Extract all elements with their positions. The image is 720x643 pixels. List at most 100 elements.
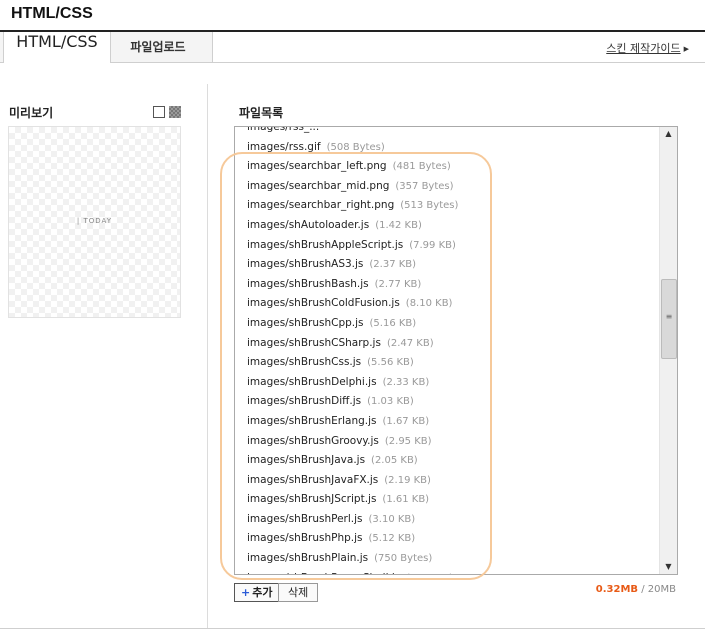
file-list-label: 파일목록 xyxy=(239,106,284,120)
file-size: (5.56 KB) xyxy=(367,357,414,369)
file-name: images/shBrushBash.js xyxy=(247,277,369,290)
file-item[interactable]: images/searchbar_right.png (513 Bytes) xyxy=(247,196,458,216)
file-size: (5.16 KB) xyxy=(369,317,417,329)
file-size: (357 Bytes) xyxy=(395,180,454,192)
file-size: (481 Bytes) xyxy=(392,161,451,173)
file-name: images/shAutoloader.js xyxy=(247,218,370,231)
file-name: images/rss_... xyxy=(247,126,320,133)
file-size: (750 Bytes) xyxy=(374,553,433,565)
file-item[interactable]: images/shBrushJScript.js (1.61 KB) xyxy=(247,490,458,510)
file-item[interactable]: images/shBrushGroovy.js (2.95 KB) xyxy=(247,432,458,452)
file-size: (513 Bytes) xyxy=(400,200,459,212)
file-name: images/searchbar_left.png xyxy=(247,160,387,173)
file-name: images/shBrushCpp.js xyxy=(247,316,364,329)
add-file-label: 추가 xyxy=(252,586,273,599)
white-background-toggle[interactable] xyxy=(153,106,165,118)
file-size: (5.12 KB) xyxy=(368,533,416,545)
file-name: images/shBrushDiff.js xyxy=(247,395,362,408)
file-item[interactable]: images/shBrushDiff.js (1.03 KB) xyxy=(247,392,458,412)
file-size: (508 Bytes) xyxy=(326,141,385,153)
storage-quota: 0.32MB / 20MB xyxy=(596,584,676,595)
preview-panel: 미리보기 | TODAY xyxy=(0,84,208,629)
tab-html-css[interactable]: HTML/CSS xyxy=(3,32,111,63)
file-item[interactable]: images/shBrushCss.js (5.56 KB) xyxy=(247,353,458,373)
file-name: images/shBrushCss.js xyxy=(247,356,362,369)
grip-icon: ≡ xyxy=(665,312,673,321)
file-item[interactable]: images/shBrushPowerShell.js (3.82 KB) xyxy=(247,569,458,574)
tab-html-css-label: HTML/CSS xyxy=(16,32,98,51)
file-size: (1.03 KB) xyxy=(367,396,414,408)
file-item[interactable]: images/shAutoloader.js (1.42 KB) xyxy=(247,216,458,236)
file-size: (1.67 KB) xyxy=(382,415,430,427)
file-item[interactable]: images/shBrushColdFusion.js (8.10 KB) xyxy=(247,294,458,314)
file-list-box[interactable]: images/rss_... images/rss.gif (508 Bytes) i… xyxy=(234,126,678,575)
scroll-up-icon[interactable]: ▲ xyxy=(660,127,677,141)
file-size: (2.47 KB) xyxy=(386,337,434,349)
file-item[interactable]: images/shBrushCSharp.js (2.47 KB) xyxy=(247,334,458,354)
file-item[interactable]: images/searchbar_left.png (481 Bytes) xyxy=(247,157,458,177)
scroll-thumb[interactable]: ≡ xyxy=(661,279,677,359)
file-size: (2.33 KB) xyxy=(382,376,430,388)
file-size: (7.99 KB) xyxy=(409,239,456,251)
file-name: images/shBrushColdFusion.js xyxy=(247,297,400,310)
file-list: images/rss_... images/rss.gif (508 Bytes) i… xyxy=(247,126,458,574)
file-size: (2.77 KB) xyxy=(374,278,422,290)
add-file-button[interactable]: + 추가 xyxy=(234,583,280,602)
tab-strip-background: HTML/CSS 파일업로드 xyxy=(0,32,213,63)
file-item[interactable]: images/searchbar_mid.png (357 Bytes) xyxy=(247,177,458,197)
file-item[interactable]: images/shBrushJava.js (2.05 KB) xyxy=(247,451,458,471)
skin-guide-link[interactable]: 스킨 제작가이드 ▶ xyxy=(606,40,689,56)
file-name: images/shBrushPhp.js xyxy=(247,532,363,545)
file-item[interactable]: images/shBrushBash.js (2.77 KB) xyxy=(247,275,458,295)
file-name: images/shBrushJScript.js xyxy=(247,493,377,506)
tab-file-upload[interactable]: 파일업로드 xyxy=(104,32,212,62)
file-item[interactable]: images/shBrushPhp.js (5.12 KB) xyxy=(247,529,458,549)
file-size: (2.37 KB) xyxy=(369,259,417,271)
skin-guide-label: 스킨 제작가이드 xyxy=(606,42,681,55)
triangle-right-icon: ▶ xyxy=(683,45,689,53)
preview-box: | TODAY xyxy=(8,126,181,318)
file-size: (2.19 KB) xyxy=(384,474,431,486)
file-size: (3.10 KB) xyxy=(368,513,416,525)
file-size: (8.10 KB) xyxy=(405,298,453,310)
gray-background-toggle[interactable] xyxy=(169,106,181,118)
file-item[interactable]: images/shBrushErlang.js (1.67 KB) xyxy=(247,412,458,432)
file-name: images/shBrushDelphi.js xyxy=(247,375,377,388)
quota-total: 20MB xyxy=(647,584,676,595)
file-item[interactable]: images/shBrushPlain.js (750 Bytes) xyxy=(247,549,458,569)
file-size: (1.42 KB) xyxy=(375,219,422,231)
file-item[interactable]: images/shBrushAppleScript.js (7.99 KB) xyxy=(247,236,458,256)
scroll-down-icon[interactable]: ▼ xyxy=(660,560,677,574)
file-size: (2.95 KB) xyxy=(384,435,432,447)
file-name: images/shBrushGroovy.js xyxy=(247,434,379,447)
quota-separator: / xyxy=(638,584,648,595)
file-item[interactable]: images/shBrushPerl.js (3.10 KB) xyxy=(247,510,458,530)
file-name: images/shBrushAppleScript.js xyxy=(247,238,404,251)
file-item[interactable]: images/shBrushJavaFX.js (2.19 KB) xyxy=(247,471,458,491)
file-item[interactable]: images/shBrushCpp.js (5.16 KB) xyxy=(247,314,458,334)
page-title: HTML/CSS xyxy=(11,5,93,22)
file-size: (2.05 KB) xyxy=(371,455,418,467)
preview-label: 미리보기 xyxy=(9,106,54,120)
file-item[interactable]: images/shBrushDelphi.js (2.33 KB) xyxy=(247,373,458,393)
file-name: images/shBrushJavaFX.js xyxy=(247,473,379,486)
file-item[interactable]: images/rss.gif (508 Bytes) xyxy=(247,138,458,158)
preview-placeholder: | TODAY xyxy=(76,217,113,225)
file-name: images/rss.gif xyxy=(247,140,321,153)
file-name: images/shBrushPerl.js xyxy=(247,512,363,525)
file-name: images/shBrushAS3.js xyxy=(247,258,364,271)
file-name: images/shBrushErlang.js xyxy=(247,414,377,427)
file-name: images/searchbar_mid.png xyxy=(247,179,390,192)
file-item[interactable]: images/rss_... xyxy=(247,126,458,138)
file-name: images/searchbar_right.png xyxy=(247,199,395,212)
file-item[interactable]: images/shBrushAS3.js (2.37 KB) xyxy=(247,255,458,275)
file-name: images/shBrushCSharp.js xyxy=(247,336,381,349)
quota-used: 0.32MB xyxy=(595,584,639,595)
file-name: images/shBrushJava.js xyxy=(247,454,366,467)
vertical-scrollbar[interactable]: ▲ ≡ ▼ xyxy=(659,127,677,574)
file-size: (1.61 KB) xyxy=(382,494,430,506)
file-name: images/shBrushPlain.js xyxy=(247,552,369,565)
delete-file-button[interactable]: 삭제 xyxy=(278,583,319,602)
plus-icon: + xyxy=(241,586,251,599)
file-size: (3.82 KB) xyxy=(406,573,453,574)
